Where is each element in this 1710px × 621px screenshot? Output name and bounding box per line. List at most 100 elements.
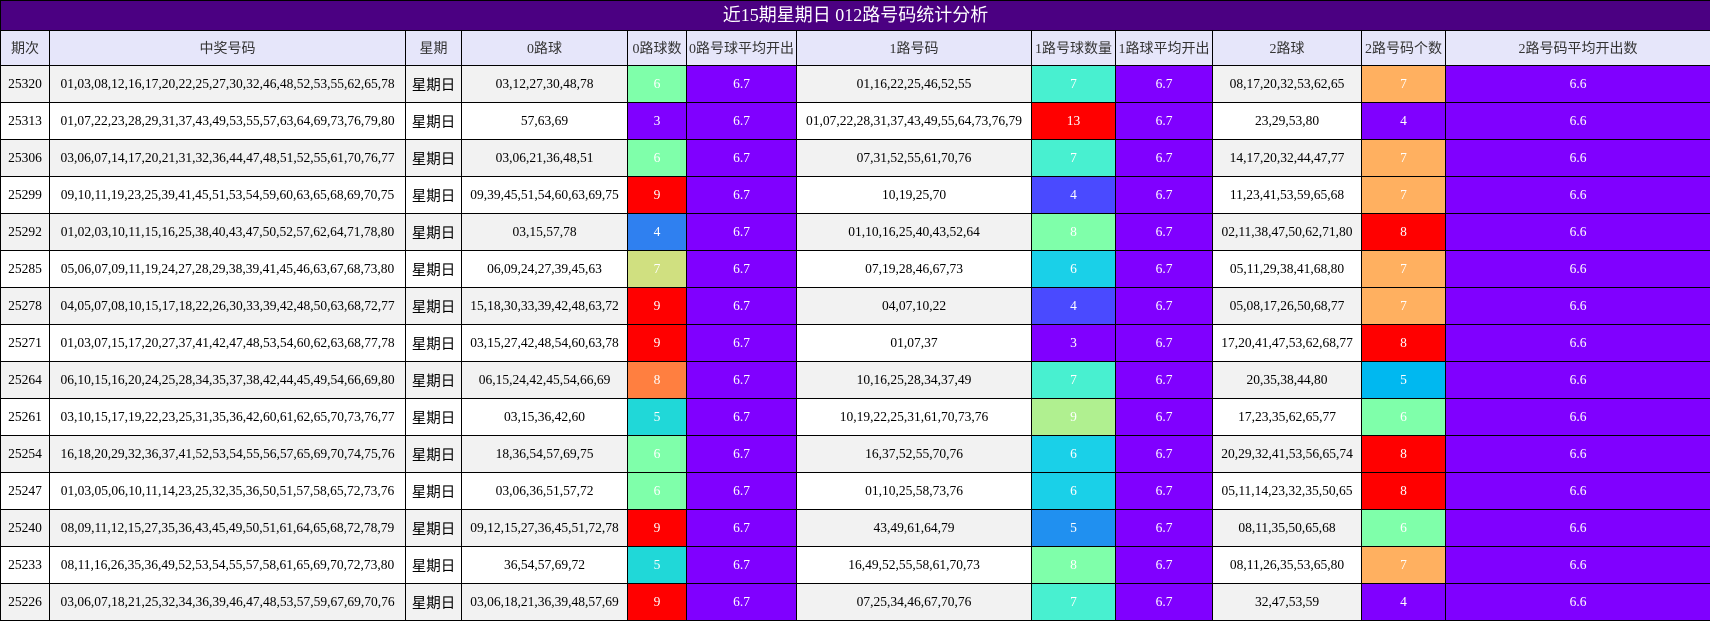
- table-row: 2529201,02,03,10,11,15,16,25,38,40,43,47…: [1, 214, 1710, 251]
- table-title: 近15期星期日 012路号码统计分析: [1, 1, 1710, 31]
- route1-count-cell: 13: [1032, 103, 1116, 140]
- route1-average-cell: 6.7: [1116, 214, 1213, 251]
- route2-average-cell: 6.6: [1446, 399, 1710, 436]
- table-row: 2522603,06,07,18,21,25,32,34,36,39,46,47…: [1, 584, 1710, 621]
- route0-count-cell: 6: [628, 140, 687, 177]
- route0-count-cell: 6: [628, 473, 687, 510]
- route1-count-cell: 6: [1032, 473, 1116, 510]
- route2-balls-cell: 11,23,41,53,59,65,68: [1213, 177, 1362, 214]
- issue-cell: 25285: [1, 251, 50, 288]
- weekday-cell: 星期日: [406, 325, 462, 362]
- winning-numbers-cell: 03,06,07,18,21,25,32,34,36,39,46,47,48,5…: [50, 584, 406, 621]
- table-row: 2532001,03,08,12,16,17,20,22,25,27,30,32…: [1, 66, 1710, 103]
- route2-count-cell: 7: [1362, 177, 1446, 214]
- weekday-cell: 星期日: [406, 584, 462, 621]
- winning-numbers-cell: 01,03,07,15,17,20,27,37,41,42,47,48,53,5…: [50, 325, 406, 362]
- route2-balls-cell: 23,29,53,80: [1213, 103, 1362, 140]
- route1-numbers-cell: 16,37,52,55,70,76: [797, 436, 1032, 473]
- winning-numbers-cell: 01,03,08,12,16,17,20,22,25,27,30,32,46,4…: [50, 66, 406, 103]
- weekday-cell: 星期日: [406, 177, 462, 214]
- issue-cell: 25292: [1, 214, 50, 251]
- route1-count-cell: 3: [1032, 325, 1116, 362]
- route0-average-cell: 6.7: [687, 325, 797, 362]
- route0-average-cell: 6.7: [687, 473, 797, 510]
- route1-numbers-cell: 01,16,22,25,46,52,55: [797, 66, 1032, 103]
- header-route1-count: 1路号球数量: [1032, 31, 1116, 66]
- weekday-cell: 星期日: [406, 140, 462, 177]
- route0-balls-cell: 03,12,27,30,48,78: [462, 66, 628, 103]
- weekday-cell: 星期日: [406, 288, 462, 325]
- route2-average-cell: 6.6: [1446, 510, 1710, 547]
- winning-numbers-cell: 09,10,11,19,23,25,39,41,45,51,53,54,59,6…: [50, 177, 406, 214]
- route0-average-cell: 6.7: [687, 140, 797, 177]
- route1-count-cell: 7: [1032, 362, 1116, 399]
- route0-balls-cell: 03,15,57,78: [462, 214, 628, 251]
- route2-average-cell: 6.6: [1446, 325, 1710, 362]
- table-row: 2529909,10,11,19,23,25,39,41,45,51,53,54…: [1, 177, 1710, 214]
- weekday-cell: 星期日: [406, 103, 462, 140]
- route0-count-cell: 6: [628, 436, 687, 473]
- issue-cell: 25313: [1, 103, 50, 140]
- winning-numbers-cell: 01,02,03,10,11,15,16,25,38,40,43,47,50,5…: [50, 214, 406, 251]
- route2-average-cell: 6.6: [1446, 103, 1710, 140]
- issue-cell: 25320: [1, 66, 50, 103]
- table-row: 2528505,06,07,09,11,19,24,27,28,29,38,39…: [1, 251, 1710, 288]
- route1-average-cell: 6.7: [1116, 510, 1213, 547]
- route0-balls-cell: 06,15,24,42,45,54,66,69: [462, 362, 628, 399]
- issue-cell: 25299: [1, 177, 50, 214]
- route1-average-cell: 6.7: [1116, 325, 1213, 362]
- route1-numbers-cell: 10,16,25,28,34,37,49: [797, 362, 1032, 399]
- route1-numbers-cell: 43,49,61,64,79: [797, 510, 1032, 547]
- route0-average-cell: 6.7: [687, 214, 797, 251]
- issue-cell: 25306: [1, 140, 50, 177]
- route0-count-cell: 7: [628, 251, 687, 288]
- route2-average-cell: 6.6: [1446, 362, 1710, 399]
- weekday-cell: 星期日: [406, 66, 462, 103]
- route0-count-cell: 8: [628, 362, 687, 399]
- route0-count-cell: 5: [628, 547, 687, 584]
- issue-cell: 25247: [1, 473, 50, 510]
- route0-average-cell: 6.7: [687, 177, 797, 214]
- weekday-cell: 星期日: [406, 547, 462, 584]
- route1-numbers-cell: 01,07,22,28,31,37,43,49,55,64,73,76,79: [797, 103, 1032, 140]
- route1-numbers-cell: 01,10,25,58,73,76: [797, 473, 1032, 510]
- weekday-cell: 星期日: [406, 362, 462, 399]
- route2-balls-cell: 08,11,26,35,53,65,80: [1213, 547, 1362, 584]
- issue-cell: 25254: [1, 436, 50, 473]
- winning-numbers-cell: 03,06,07,14,17,20,21,31,32,36,44,47,48,5…: [50, 140, 406, 177]
- route0-count-cell: 9: [628, 288, 687, 325]
- route1-count-cell: 7: [1032, 66, 1116, 103]
- route2-count-cell: 4: [1362, 103, 1446, 140]
- route1-count-cell: 4: [1032, 288, 1116, 325]
- header-issue: 期次: [1, 31, 50, 66]
- route2-balls-cell: 20,35,38,44,80: [1213, 362, 1362, 399]
- route2-balls-cell: 02,11,38,47,50,62,71,80: [1213, 214, 1362, 251]
- route2-count-cell: 7: [1362, 140, 1446, 177]
- route1-count-cell: 4: [1032, 177, 1116, 214]
- header-route1-average: 1路球平均开出: [1116, 31, 1213, 66]
- route0-average-cell: 6.7: [687, 66, 797, 103]
- issue-cell: 25271: [1, 325, 50, 362]
- route0-count-cell: 6: [628, 66, 687, 103]
- route2-average-cell: 6.6: [1446, 584, 1710, 621]
- header-row: 期次 中奖号码 星期 0路球 0路球数 0路号球平均开出 1路号码 1路号球数量…: [1, 31, 1710, 66]
- route0-average-cell: 6.7: [687, 362, 797, 399]
- route0-average-cell: 6.7: [687, 510, 797, 547]
- stats-table: 近15期星期日 012路号码统计分析 期次 中奖号码 星期 0路球 0路球数 0…: [0, 0, 1710, 621]
- route2-balls-cell: 20,29,32,41,53,56,65,74: [1213, 436, 1362, 473]
- route2-balls-cell: 05,11,29,38,41,68,80: [1213, 251, 1362, 288]
- route2-average-cell: 6.6: [1446, 473, 1710, 510]
- winning-numbers-cell: 06,10,15,16,20,24,25,28,34,35,37,38,42,4…: [50, 362, 406, 399]
- route2-count-cell: 7: [1362, 251, 1446, 288]
- route2-count-cell: 7: [1362, 288, 1446, 325]
- route2-average-cell: 6.6: [1446, 214, 1710, 251]
- route0-balls-cell: 09,12,15,27,36,45,51,72,78: [462, 510, 628, 547]
- issue-cell: 25264: [1, 362, 50, 399]
- route1-numbers-cell: 10,19,25,70: [797, 177, 1032, 214]
- route1-numbers-cell: 16,49,52,55,58,61,70,73: [797, 547, 1032, 584]
- issue-cell: 25261: [1, 399, 50, 436]
- route1-count-cell: 9: [1032, 399, 1116, 436]
- issue-cell: 25226: [1, 584, 50, 621]
- winning-numbers-cell: 03,10,15,17,19,22,23,25,31,35,36,42,60,6…: [50, 399, 406, 436]
- route1-numbers-cell: 01,07,37: [797, 325, 1032, 362]
